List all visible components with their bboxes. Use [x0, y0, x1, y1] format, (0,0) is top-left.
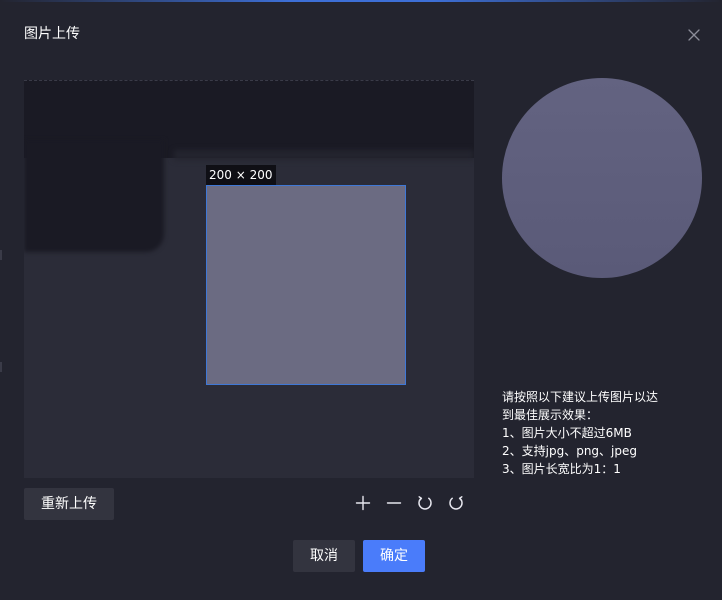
reupload-button[interactable]: 重新上传 [24, 488, 114, 520]
top-accent-line [0, 0, 722, 2]
cancel-button[interactable]: 取消 [293, 540, 355, 572]
source-image-region [174, 150, 474, 160]
tips-line: 请按照以下建议上传图片以达 [502, 390, 659, 404]
tips-line: 2、支持jpg、png、jpeg [502, 444, 637, 458]
rotate-left-icon[interactable] [416, 494, 434, 512]
tips-line: 到最佳展示效果： [502, 408, 599, 422]
edge-mark [0, 250, 2, 260]
edge-mark [0, 362, 2, 372]
cropper-top-border [24, 80, 474, 81]
upload-dialog: 图片上传 200 × 200 请按照以下建议上传图片以达 到最佳展示效果： 1、… [0, 0, 722, 600]
avatar-preview [502, 78, 702, 278]
dialog-title: 图片上传 [24, 26, 80, 42]
source-image-region [24, 140, 164, 252]
confirm-button[interactable]: 确定 [363, 540, 425, 572]
tips-line: 1、图片大小不超过6MB [502, 426, 632, 440]
zoom-in-icon[interactable] [354, 494, 372, 512]
close-icon[interactable] [686, 27, 702, 43]
image-cropper[interactable]: 200 × 200 [24, 80, 474, 478]
zoom-out-icon[interactable] [385, 494, 403, 512]
rotate-right-icon[interactable] [447, 494, 465, 512]
crop-box[interactable] [206, 185, 406, 385]
upload-tips: 请按照以下建议上传图片以达 到最佳展示效果： 1、图片大小不超过6MB 2、支持… [502, 388, 672, 478]
tips-line: 3、图片长宽比为1：1 [502, 462, 621, 476]
crop-size-label: 200 × 200 [206, 165, 276, 185]
